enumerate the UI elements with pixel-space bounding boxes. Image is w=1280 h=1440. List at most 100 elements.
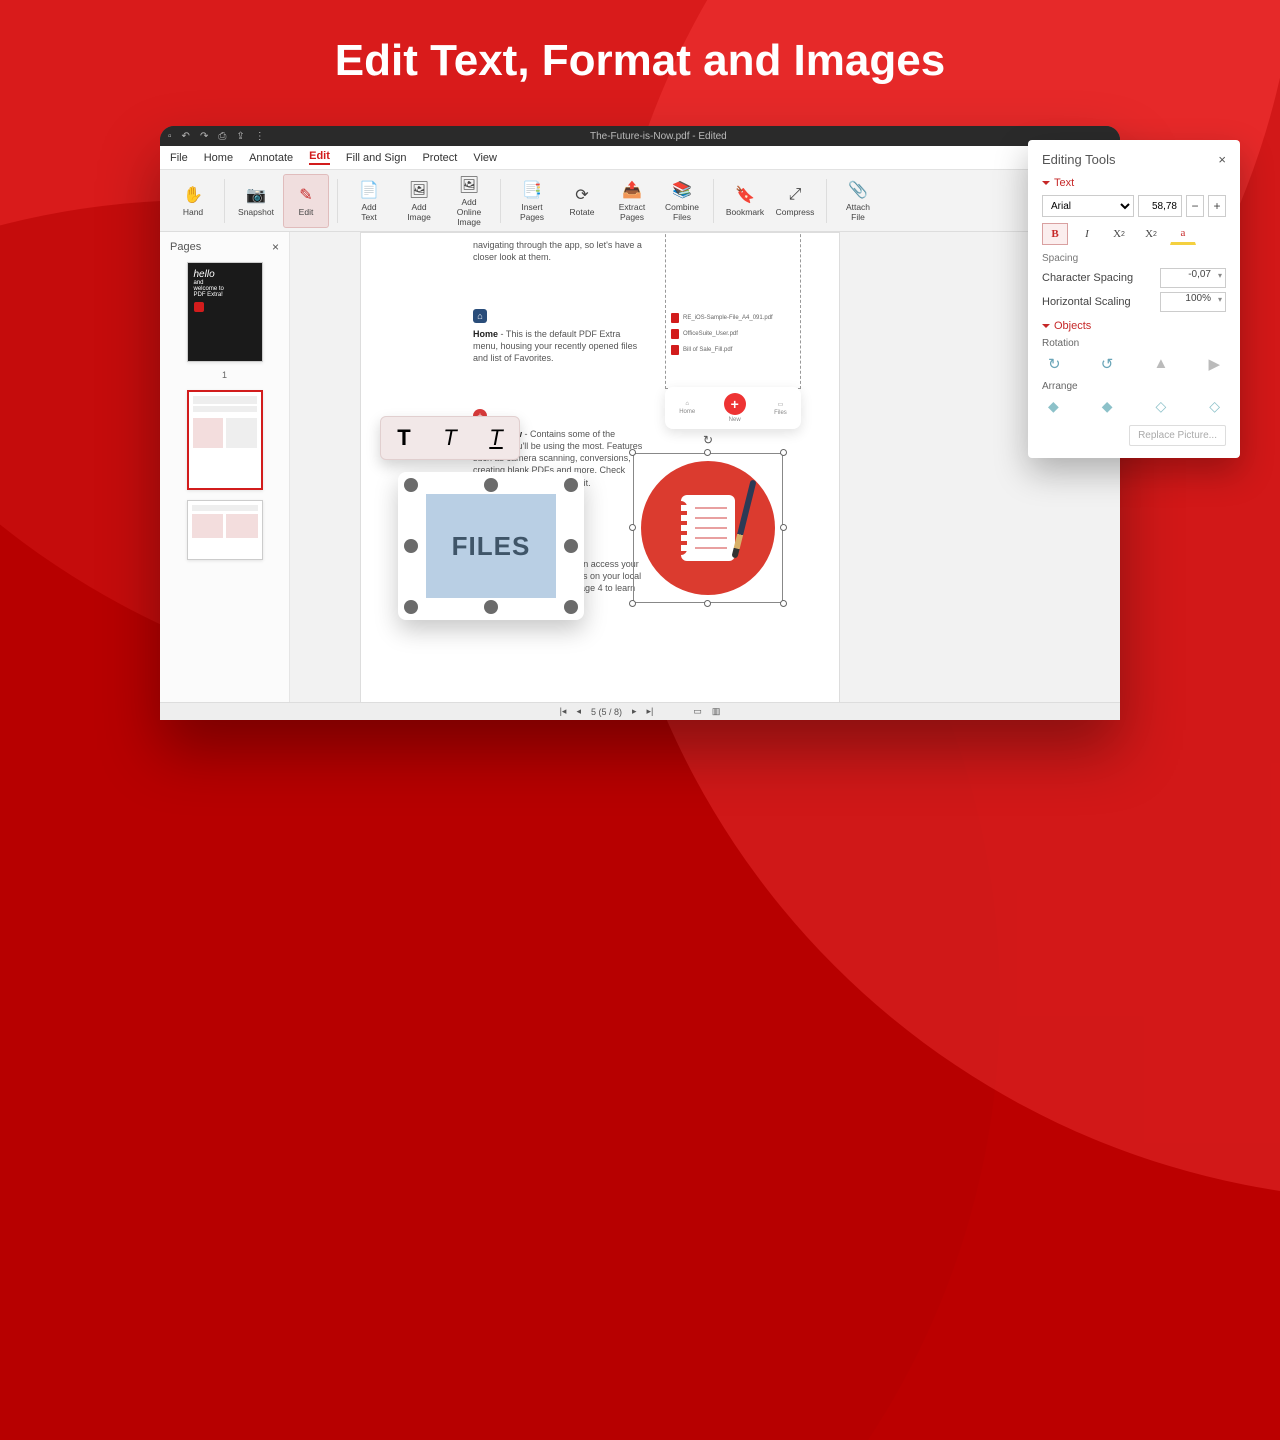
list-item: Bill of Sale_Fill.pdf [666,342,800,358]
superscript-button[interactable]: X2 [1138,223,1164,245]
laptop-frame: ▫ ↶ ↷ ⎙ ⇪ ⋮ The-Future-is-Now.pdf - Edit… [160,126,1120,720]
page-content: navigating through the app, so let's hav… [360,232,840,702]
close-icon[interactable]: × [272,240,279,254]
close-icon[interactable]: × [1218,152,1226,167]
rotate-button[interactable]: ⟳Rotate [559,174,605,228]
snapshot-tool[interactable]: 📷Snapshot [233,174,279,228]
share-icon[interactable]: ⇪ [236,131,244,142]
bold-button[interactable]: B [1042,223,1068,245]
hand-tool[interactable]: ✋Hand [170,174,216,228]
view-mode-icon[interactable]: ▥ [712,706,721,717]
extract-icon: 📤 [622,180,642,200]
page-number-1: 1 [166,370,283,380]
add-image-button[interactable]: 🖼Add Image [396,174,442,228]
view-mode-icon[interactable]: ▭ [693,706,702,717]
bookmark-button[interactable]: 🔖Bookmark [722,174,768,228]
insert-pages-button[interactable]: 📑Insert Pages [509,174,555,228]
flip-vertical-icon[interactable]: ▲ [1153,355,1168,373]
phone-tabbar: ⌂Home +New ▭Files [665,387,801,429]
menu-home[interactable]: Home [204,152,233,164]
menubar: File Home Annotate Edit Fill and Sign Pr… [160,146,1120,170]
underline-style-icon[interactable]: T [489,425,502,451]
rotate-handle-icon[interactable]: ↻ [703,433,713,447]
bring-forward-icon[interactable]: ◆ [1102,398,1113,415]
rotate-icon: ⟳ [572,185,592,205]
undo-icon[interactable]: ↶ [182,131,190,142]
page-thumb-1[interactable]: hello and welcome to PDF Extra! [187,262,263,362]
rotation-label: Rotation [1042,338,1226,349]
edit-tool[interactable]: ✎Edit [283,174,329,228]
online-image-icon: 🖼 [459,175,479,195]
subscript-button[interactable]: X2 [1106,223,1132,245]
rotate-ccw-icon[interactable]: ↺ [1101,355,1114,373]
send-backward-icon[interactable]: ◇ [1155,398,1166,415]
replace-picture-button[interactable]: Replace Picture... [1129,425,1226,446]
compress-button[interactable]: ⤢Compress [772,174,818,228]
bold-style-icon[interactable]: T [397,425,410,451]
menu-fillsign[interactable]: Fill and Sign [346,152,407,164]
combine-icon: 📚 [672,180,692,200]
menu-view[interactable]: View [473,152,497,164]
document-title: The-Future-is-Now.pdf - Edited [277,131,1040,142]
paperclip-icon: 📎 [848,180,868,200]
first-page-icon[interactable]: |◂ [560,706,567,717]
font-family-select[interactable]: Arial [1042,195,1134,217]
intro-text: navigating through the app, so let's hav… [473,239,643,263]
section-text[interactable]: Text [1042,177,1226,189]
horizontal-scaling-input[interactable]: 100% [1160,292,1226,312]
menu-file[interactable]: File [170,152,188,164]
font-size-input[interactable] [1138,195,1182,217]
redo-icon[interactable]: ↷ [200,131,208,142]
home-block: ⌂ Home - This is the default PDF Extra m… [473,309,643,364]
rotate-cw-icon[interactable]: ↻ [1048,355,1061,373]
print-icon[interactable]: ⎙ [218,131,226,142]
home-icon: ⌂ [473,309,487,323]
menu-edit[interactable]: Edit [309,150,330,165]
camera-icon: 📷 [246,185,266,205]
font-size-decrease[interactable]: − [1186,195,1204,217]
save-icon[interactable]: ▫ [168,131,172,142]
more-icon[interactable]: ⋮ [255,131,265,142]
menu-protect[interactable]: Protect [422,152,457,164]
document-canvas[interactable]: navigating through the app, so let's hav… [290,232,1120,702]
add-image-icon: 🖼 [409,180,429,200]
flip-horizontal-icon[interactable]: ▶ [1208,355,1220,373]
font-size-increase[interactable]: + [1208,195,1226,217]
italic-button[interactable]: I [1074,223,1100,245]
panel-title: Editing Tools [1042,152,1115,167]
arrange-label: Arrange [1042,381,1226,392]
add-online-image-button[interactable]: 🖼Add Online Image [446,174,492,228]
phone-tab-home: ⌂Home [679,401,695,415]
files-image-selection[interactable]: FILES [398,472,584,620]
attach-file-button[interactable]: 📎Attach File [835,174,881,228]
text-style-popup[interactable]: T T T [380,416,520,460]
prev-page-icon[interactable]: ◂ [576,706,581,717]
next-page-icon[interactable]: ▸ [632,706,637,717]
pages-panel: Pages× hello and welcome to PDF Extra! 1 [160,232,290,702]
page-thumb-next[interactable] [187,500,263,560]
edit-icon: ✎ [296,185,316,205]
bring-front-icon[interactable]: ◆ [1048,398,1059,415]
combine-files-button[interactable]: 📚Combine Files [659,174,705,228]
hand-icon: ✋ [183,185,203,205]
page-thumb-current[interactable] [187,390,263,490]
italic-style-icon[interactable]: T [443,425,456,451]
plus-icon: + [724,393,746,415]
page-indicator: 5 (5 / 8) [591,707,622,717]
horizontal-scaling-label: Horizontal Scaling [1042,296,1131,308]
spacing-label: Spacing [1042,253,1226,264]
extract-pages-button[interactable]: 📤Extract Pages [609,174,655,228]
menu-annotate[interactable]: Annotate [249,152,293,164]
char-spacing-input[interactable]: -0,07 [1160,268,1226,288]
font-color-button[interactable]: a [1170,223,1196,245]
last-page-icon[interactable]: ▸| [647,706,654,717]
send-back-icon[interactable]: ◇ [1209,398,1220,415]
add-text-button[interactable]: 📄Add Text [346,174,392,228]
section-objects[interactable]: Objects [1042,320,1226,332]
insert-pages-icon: 📑 [522,180,542,200]
selected-image[interactable]: ↻ [633,453,783,603]
phone-crop-top: RE_iOS-Sample-File_A4_091.pdf OfficeSuit… [665,232,801,389]
ribbon: ✋Hand 📷Snapshot ✎Edit 📄Add Text 🖼Add Ima… [160,170,1120,232]
files-card-label: FILES [426,494,556,598]
phone-tab-files: ▭Files [774,401,787,416]
